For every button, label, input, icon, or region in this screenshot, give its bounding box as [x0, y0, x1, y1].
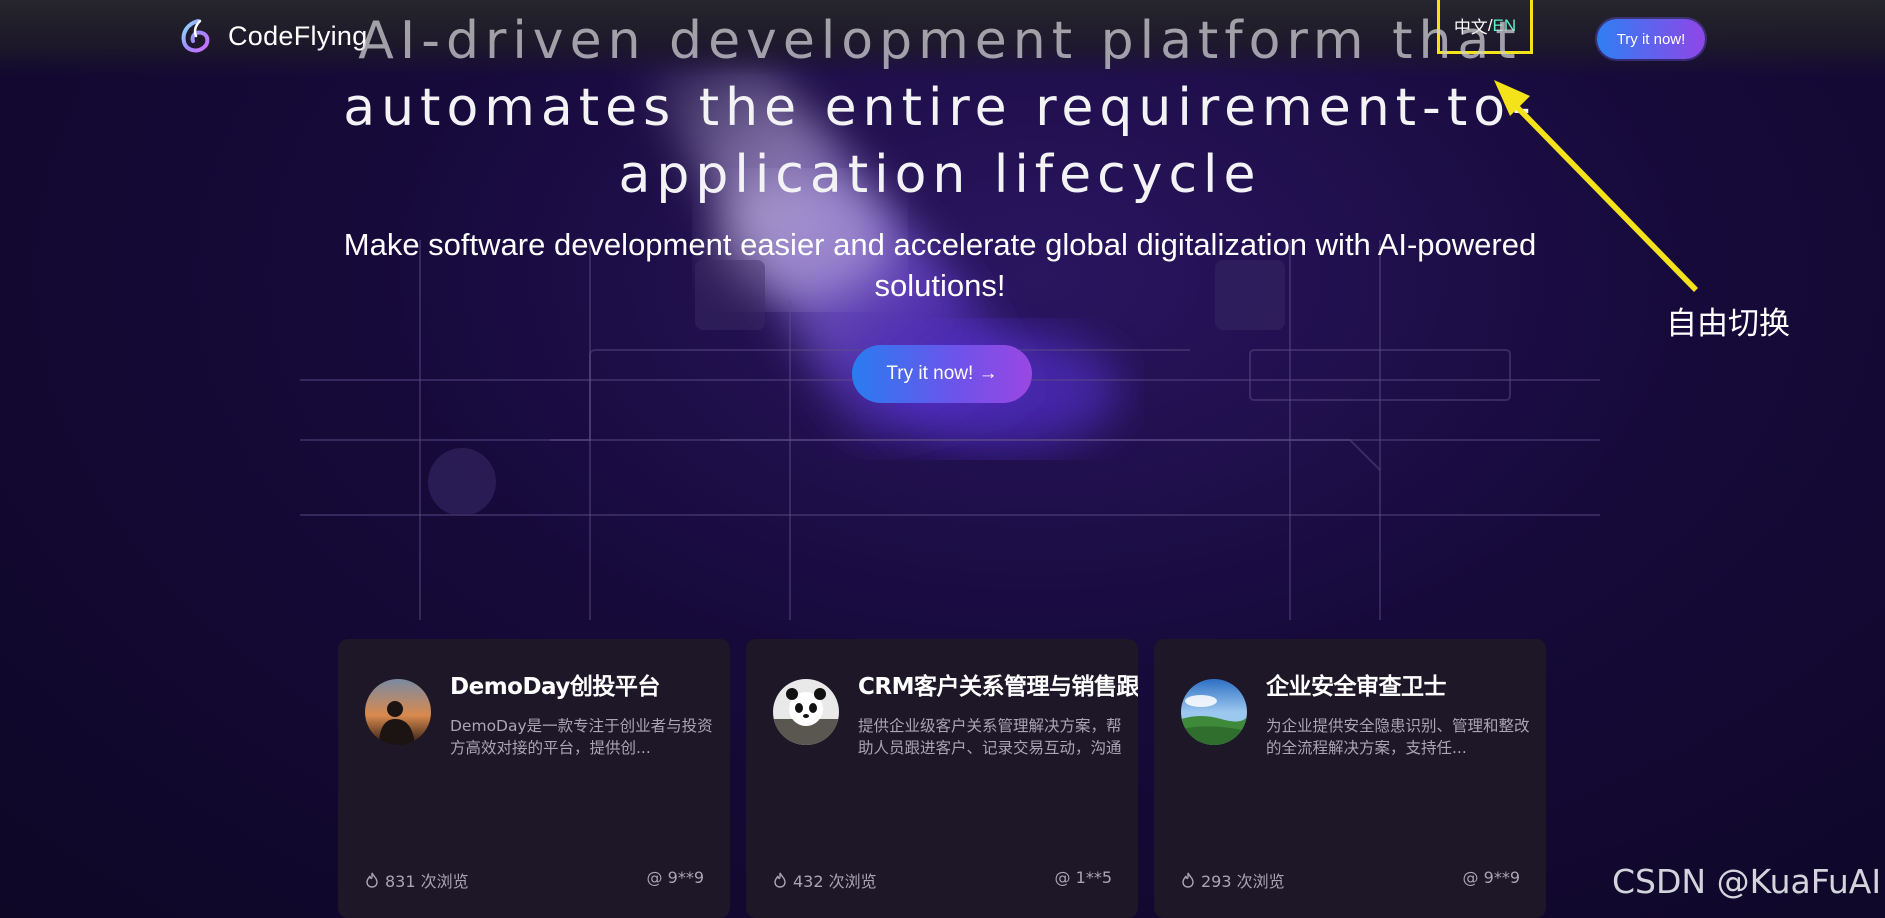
project-avatar — [773, 679, 839, 745]
annotation-label: 自由切换 — [1666, 306, 1790, 342]
project-card[interactable]: DemoDay创投平台 DemoDay是一款专注于创业者与投资方高效对接的平台，… — [338, 639, 730, 918]
codeflying-logo-icon — [181, 19, 210, 53]
view-count-text: 293 次浏览 — [1201, 872, 1285, 891]
panda-icon — [773, 679, 839, 745]
project-author: @ 9**9 — [646, 868, 704, 887]
project-card-list: DemoDay创投平台 DemoDay是一款专注于创业者与投资方高效对接的平台，… — [338, 639, 1548, 918]
project-description: 提供企业级客户关系管理解决方案，帮助人员跟进客户、记录交易互动，沟通情况 — [858, 717, 1122, 757]
project-title[interactable]: DemoDay创投平台 — [450, 667, 730, 701]
project-description: DemoDay是一款专注于创业者与投资方高效对接的平台，提供创... — [450, 717, 713, 757]
landscape-icon — [1181, 679, 1247, 745]
hero-headline: AI-driven development platform that auto… — [330, 8, 1550, 209]
project-avatar — [365, 679, 431, 745]
project-description: 为企业提供安全隐患识别、管理和整改的全流程解决方案，支持任... — [1266, 717, 1530, 757]
project-title[interactable]: 企业安全审查卫士 — [1266, 667, 1546, 701]
hero-headline-line1: AI-driven development platform that — [358, 11, 1522, 71]
hero-subtitle: Make software development easier and acc… — [343, 227, 1537, 303]
project-card[interactable]: CRM客户关系管理与销售跟踪 提供企业级客户关系管理解决方案，帮助人员跟进客户、… — [746, 639, 1138, 918]
view-count: 831 次浏览 — [365, 868, 469, 892]
flame-icon — [366, 872, 378, 888]
project-title[interactable]: CRM客户关系管理与销售跟踪 — [858, 667, 1138, 701]
annotation-arrow-icon — [1494, 80, 1698, 292]
project-card[interactable]: 企业安全审查卫士 为企业提供安全隐患识别、管理和整改的全流程解决方案，支持任..… — [1154, 639, 1546, 918]
header-try-now-button[interactable]: Try it now! — [1597, 19, 1705, 59]
hero-try-now-button[interactable]: Try it now! → — [852, 345, 1032, 403]
view-count: 293 次浏览 — [1181, 868, 1285, 892]
csdn-watermark: CSDN @KuaFuAI — [1612, 862, 1882, 901]
flame-icon — [1182, 872, 1194, 888]
project-author: @ 1**5 — [1054, 868, 1112, 887]
project-avatar — [1181, 679, 1247, 745]
hero-headline-line3: application lifecycle — [618, 145, 1262, 205]
view-count: 432 次浏览 — [773, 868, 877, 892]
hero-headline-line2: automates the entire requirement-to- — [343, 78, 1537, 138]
view-count-text: 432 次浏览 — [793, 872, 877, 891]
person-silhouette-icon — [365, 679, 431, 745]
project-author: @ 9**9 — [1462, 868, 1520, 887]
flame-icon — [774, 872, 786, 888]
view-count-text: 831 次浏览 — [385, 872, 469, 891]
